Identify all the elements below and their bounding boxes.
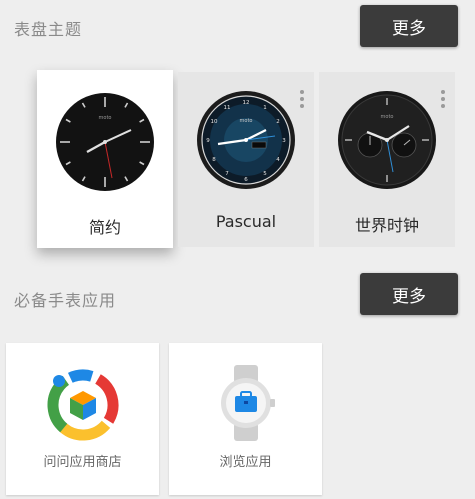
world-clock-watch-face-icon: moto <box>338 91 436 189</box>
svg-text:7: 7 <box>225 171 229 177</box>
svg-text:3: 3 <box>282 138 286 144</box>
watch-face-label: 世界时钟 <box>354 216 419 235</box>
browse-apps-watch-icon <box>221 365 275 441</box>
svg-text:11: 11 <box>224 105 231 111</box>
pascual-overflow-menu-icon[interactable] <box>299 90 305 112</box>
world-clock-overflow-menu-icon[interactable] <box>440 90 446 112</box>
svg-text:6: 6 <box>244 177 248 183</box>
watch-face-card-world-clock[interactable]: moto 世界时钟 <box>319 72 455 247</box>
app-card-store[interactable]: 问问应用商店 <box>6 343 159 495</box>
watch-face-card-pascual[interactable]: 12 3 6 9 1 2 4 5 7 8 10 11 moto Pascual <box>178 72 314 247</box>
app-card-browse[interactable]: 浏览应用 <box>169 343 322 495</box>
app-label: 问问应用商店 <box>43 455 122 470</box>
svg-text:moto: moto <box>99 115 112 121</box>
apps-more-button[interactable]: 更多 <box>360 273 458 315</box>
svg-text:1: 1 <box>263 105 267 111</box>
svg-text:10: 10 <box>211 119 218 125</box>
svg-text:9: 9 <box>206 138 210 144</box>
svg-text:5: 5 <box>263 171 267 177</box>
apps-section-title: 必备手表应用 <box>14 291 117 310</box>
svg-text:2: 2 <box>276 119 280 125</box>
svg-text:4: 4 <box>276 157 280 163</box>
minimal-watch-face-icon: moto <box>56 93 154 191</box>
watch-face-label: 简约 <box>88 218 121 237</box>
app-store-icon <box>47 369 119 441</box>
svg-text:12: 12 <box>243 100 250 106</box>
svg-text:moto: moto <box>381 114 394 120</box>
app-label: 浏览应用 <box>219 455 272 470</box>
pascual-watch-face-icon: 12 3 6 9 1 2 4 5 7 8 10 11 moto <box>197 91 295 189</box>
watch-faces-more-button[interactable]: 更多 <box>360 5 458 47</box>
svg-text:8: 8 <box>212 157 216 163</box>
watch-face-label: Pascual <box>215 212 277 231</box>
svg-text:moto: moto <box>240 118 253 124</box>
watch-faces-section-title: 表盘主题 <box>14 20 83 39</box>
watch-face-card-minimal[interactable]: moto 简约 <box>37 70 173 248</box>
